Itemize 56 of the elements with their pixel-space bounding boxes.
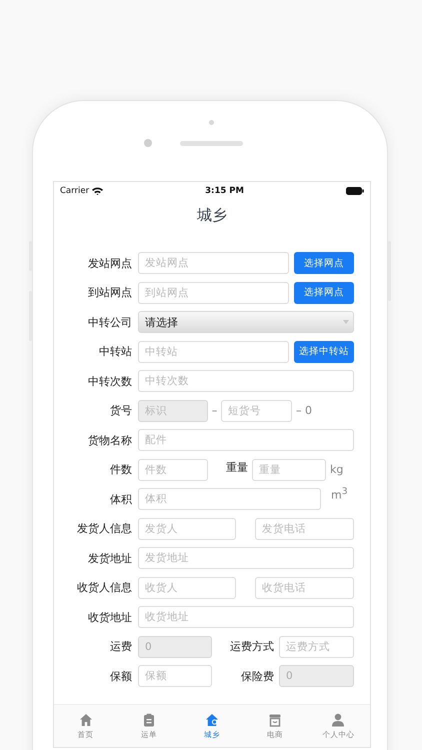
battery-icon (346, 187, 364, 195)
input-field[interactable]: 到站网点 (138, 282, 289, 304)
field-label: 运费方式 (229, 639, 274, 654)
input-field[interactable]: 发货电话 (255, 518, 354, 540)
suffix-text: – (210, 404, 218, 417)
field-label: 件数 (109, 462, 132, 477)
input-field[interactable]: 发站网点 (138, 252, 289, 274)
input-field[interactable]: 收货地址 (138, 606, 354, 628)
input-field[interactable]: 件数 (138, 458, 208, 480)
home-icon (78, 712, 93, 726)
select-button[interactable]: 选择中转站 (294, 340, 354, 362)
carrier-label: Carrier (60, 186, 90, 196)
field-label: 运费 (109, 639, 132, 654)
input-field[interactable]: 收货人 (138, 576, 236, 598)
field-label: 收货地址 (87, 610, 132, 624)
field-label: 收货人信息 (76, 580, 132, 595)
wifi-icon (92, 187, 104, 195)
field-label: 货号 (109, 403, 132, 418)
camera-dot (209, 120, 214, 125)
speaker-slot (180, 141, 243, 146)
input-field[interactable]: 中转次数 (138, 370, 354, 392)
select-button[interactable]: 选择网点 (294, 282, 354, 304)
clipboard-icon (142, 712, 156, 726)
unit-label: kg (330, 463, 344, 476)
unit-label: m$^{3}$ (331, 486, 348, 502)
field-label: 体积 (109, 492, 132, 506)
field-label: 到站网点 (87, 285, 132, 300)
input-field[interactable]: 发货人 (138, 518, 236, 540)
camera-lens (144, 139, 152, 147)
input-field[interactable]: 短货号 (221, 400, 292, 422)
person-icon (331, 712, 346, 726)
house-icon (205, 712, 219, 726)
field-label: 中转公司 (87, 314, 132, 330)
field-label: 重量 (226, 460, 248, 474)
field-label: 发货地址 (87, 550, 132, 566)
input-field[interactable]: 中转站 (138, 340, 289, 362)
field-label: 保额 (109, 668, 132, 684)
suffix-text: – 0 (296, 404, 312, 417)
input-field[interactable]: 保额 (138, 665, 212, 687)
input-field[interactable]: 重量 (252, 458, 326, 480)
store-icon (268, 712, 282, 726)
field-label: 中转站 (98, 344, 132, 359)
select-field[interactable]: 请选择 (138, 311, 354, 333)
page-title: 城乡 (196, 205, 228, 226)
status-time: 3:15 PM (205, 186, 244, 196)
field-label: 中转次数 (87, 374, 132, 388)
field-label: 发货人信息 (76, 521, 132, 536)
input-field[interactable]: 配件 (138, 429, 354, 451)
input-field[interactable]: 运费方式 (279, 636, 354, 658)
input-field[interactable]: 发货地址 (138, 547, 354, 569)
field-label: 货物名称 (87, 432, 132, 448)
input-field[interactable]: 体积 (138, 488, 321, 510)
input-field[interactable]: 收货电话 (255, 576, 354, 598)
field-label: 发站网点 (87, 256, 132, 270)
select-button[interactable]: 选择网点 (294, 252, 354, 274)
field-label: 保险费 (240, 668, 274, 684)
